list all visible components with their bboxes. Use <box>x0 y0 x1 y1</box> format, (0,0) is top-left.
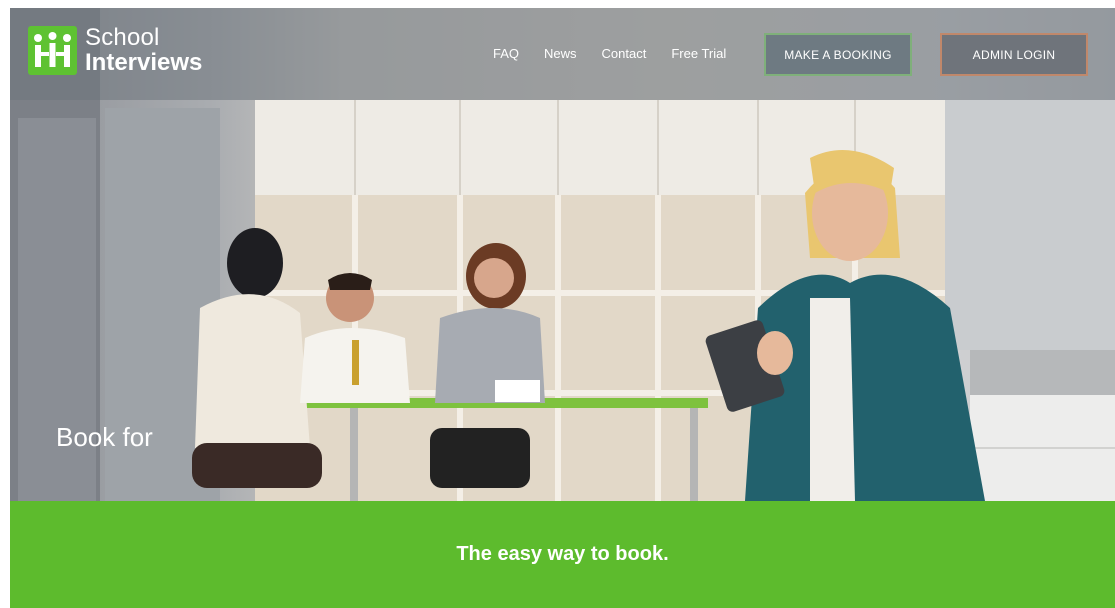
site-header: School Interviews FAQ News Contact Free … <box>10 8 1115 100</box>
green-band: The easy way to book. <box>10 501 1115 608</box>
nav-free-trial-link[interactable]: Free Trial <box>671 46 726 61</box>
hero-tagline: Book for <box>56 422 153 452</box>
logo-text-interviews: Interviews <box>85 49 203 76</box>
site-logo[interactable]: School Interviews <box>28 26 202 75</box>
admin-login-button[interactable]: ADMIN LOGIN <box>940 33 1088 76</box>
logo-icon <box>28 26 77 75</box>
logo-text-school: School <box>85 24 160 51</box>
page-frame: School Interviews FAQ News Contact Free … <box>10 8 1115 608</box>
main-nav: FAQ News Contact Free Trial <box>493 46 751 61</box>
hero-section: School Interviews FAQ News Contact Free … <box>10 8 1115 501</box>
nav-faq-link[interactable]: FAQ <box>493 46 519 61</box>
make-booking-button[interactable]: MAKE A BOOKING <box>764 33 912 76</box>
nav-news-link[interactable]: News <box>544 46 577 61</box>
nav-contact-link[interactable]: Contact <box>602 46 647 61</box>
band-headline: The easy way to book. <box>456 543 669 565</box>
